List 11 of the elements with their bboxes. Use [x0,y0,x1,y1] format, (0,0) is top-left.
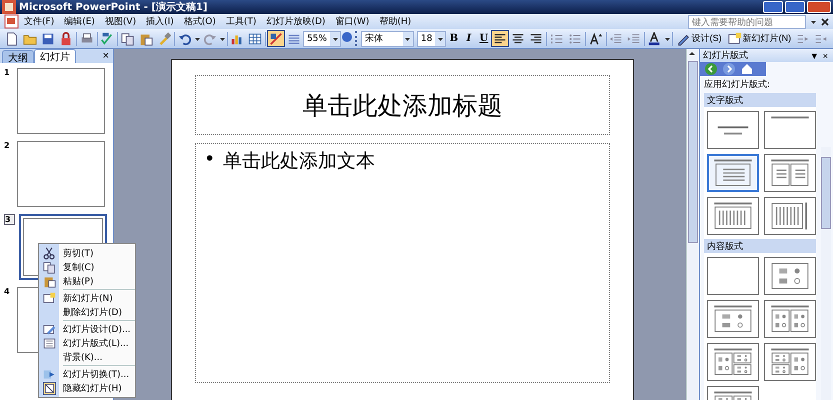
slide-number: 4 [4,287,11,296]
slide-number: 3 [4,214,15,225]
window-title: Microsoft PowerPoint - [演示文稿1] [19,0,208,14]
section-header: 内容版式 [704,239,816,253]
slide-number: 1 [4,68,11,77]
section-header: 文字版式 [704,93,816,107]
apply-layout-label: 应用幻灯片版式: [703,78,772,92]
slide-number: 2 [4,141,11,150]
bullet: • [204,148,216,172]
task-pane-title: 幻灯片版式 [703,50,749,62]
body-placeholder-text: 单击此处添加文本 [223,149,376,174]
